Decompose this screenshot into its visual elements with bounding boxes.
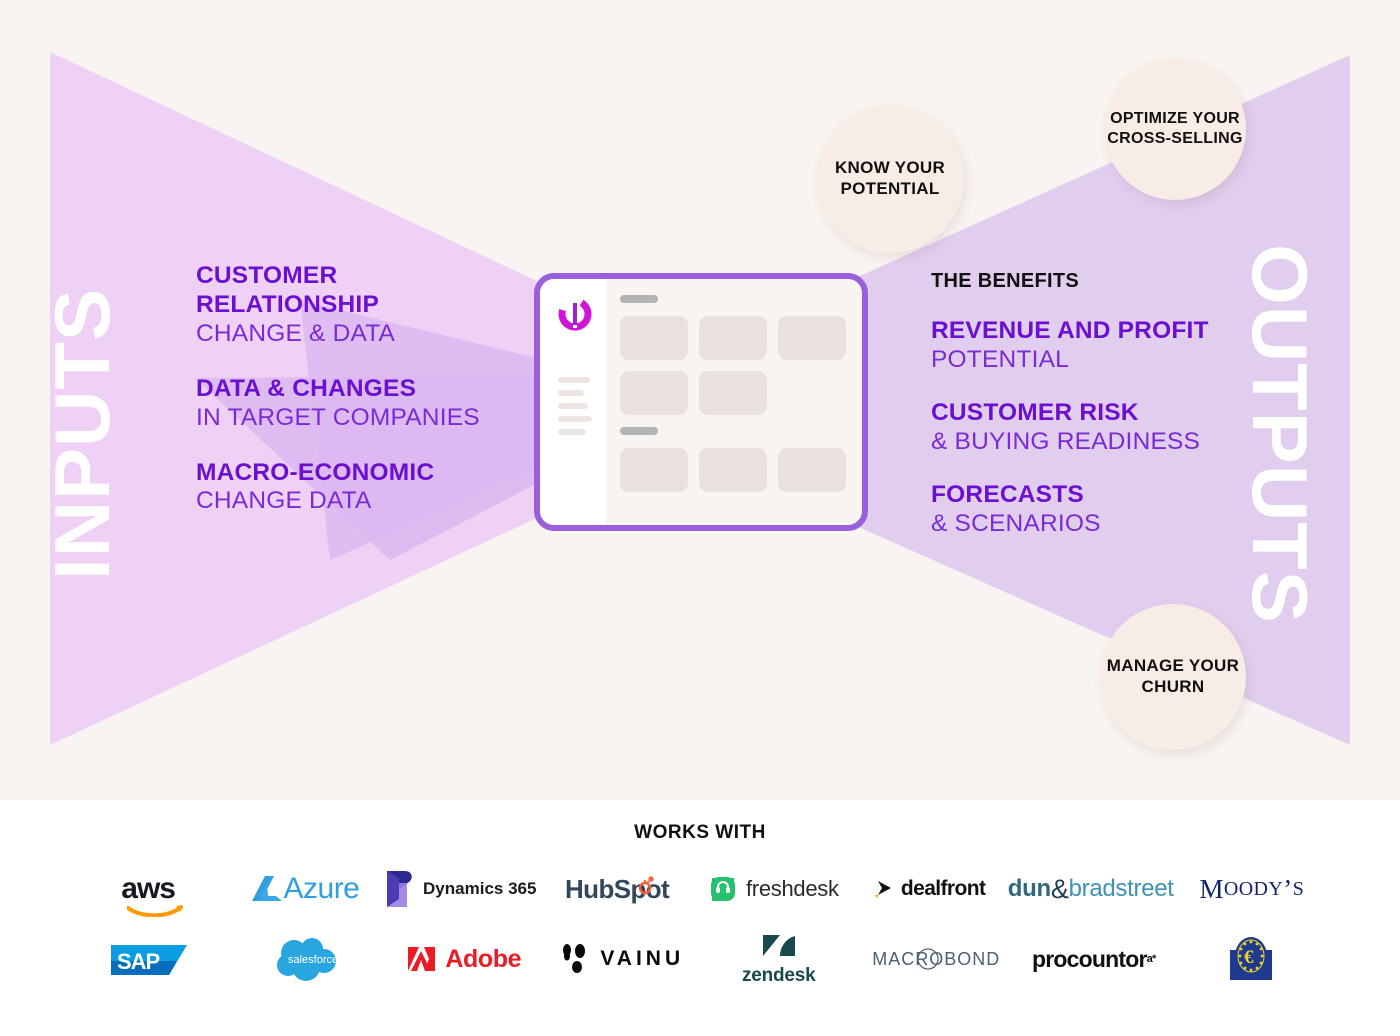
logo-dynamics-365-label: Dynamics 365 — [423, 879, 537, 898]
benefit-item-sub: & SCENARIOS — [931, 509, 1101, 537]
logo-dealfront: dealfront — [851, 860, 1007, 918]
input-item-sub: IN TARGET COMPANIES — [196, 403, 480, 431]
dynamics-icon — [387, 871, 412, 907]
logo-salesforce: salesforce salesforce — [228, 930, 386, 988]
logo-freshdesk-label: freshdesk — [745, 876, 839, 901]
benefit-item-strong: CUSTOMER RISK — [931, 398, 1139, 426]
dashboard-card — [620, 371, 688, 415]
logo-hubspot: HubSpot — [539, 860, 695, 918]
dashboard-card-row — [620, 371, 846, 415]
logo-adobe: Adobe — [385, 930, 543, 988]
logo-row-1: aws Azure Dynamics 365 HubSpot freshdesk… — [0, 860, 1400, 918]
logo-aws: aws — [70, 860, 226, 918]
dashboard-card-row — [620, 316, 846, 360]
input-item-strong: CUSTOMER RELATIONSHIP — [196, 262, 379, 318]
dashboard-sidebar — [540, 279, 606, 525]
input-item: DATA & CHANGES IN TARGET COMPANIES — [196, 375, 506, 433]
dashboard-card — [778, 316, 846, 360]
svg-text:€: € — [1244, 947, 1254, 968]
aws-smile-icon — [127, 905, 184, 917]
salesforce-cloud-icon: salesforce — [277, 938, 338, 981]
diagram-hero: INPUTS OUTPUTS CUSTOMER RELATIONSHIP CHA… — [0, 0, 1400, 800]
logo-dynamics-365: Dynamics 365 — [383, 860, 539, 918]
dealfront-icon — [874, 881, 891, 898]
inputs-list: CUSTOMER RELATIONSHIP CHANGE & DATA DATA… — [196, 262, 506, 516]
dashboard-section-heading — [620, 427, 658, 435]
input-item-sub: CHANGE DATA — [196, 487, 372, 515]
logo-adobe-label: Adobe — [445, 944, 522, 973]
bubble-manage-your-churn: MANAGE YOUR CHURN — [1100, 604, 1246, 750]
input-item: MACRO-ECONOMIC CHANGE DATA — [196, 459, 506, 517]
benefit-item-sub: POTENTIAL — [931, 345, 1069, 373]
works-with-section: WORKS WITH aws Azure Dynamics 365 HubSpo… — [0, 800, 1400, 1036]
dashboard-card — [620, 448, 688, 492]
benefit-item-strong: FORECASTS — [931, 480, 1084, 508]
bubble-know-your-potential: KNOW YOUR POTENTIAL — [816, 105, 964, 253]
ecb-icon: € — [1230, 937, 1273, 980]
input-item: CUSTOMER RELATIONSHIP CHANGE & DATA — [196, 262, 506, 349]
logo-aws-label: aws — [121, 872, 176, 905]
dashboard-card — [620, 316, 688, 360]
logo-moodys: MOODY’S Moody's — [1199, 873, 1305, 904]
logo-sap: SAP SAP — [70, 930, 228, 988]
benefits-list: THE BENEFITS REVENUE AND PROFIT POTENTIA… — [931, 270, 1261, 538]
hubspot-sprocket-icon — [638, 875, 654, 894]
dashboard-mockup — [534, 273, 868, 531]
freshdesk-icon — [710, 877, 735, 901]
dashboard-sidebar-lines — [558, 377, 592, 435]
benefit-item: CUSTOMER RISK & BUYING READINESS — [931, 399, 1261, 457]
benefit-item-sub: & BUYING READINESS — [931, 427, 1201, 455]
dashboard-card — [699, 316, 767, 360]
bubble-optimize-cross-selling: OPTIMIZE YOUR CROSS-SELLING — [1104, 58, 1246, 200]
dashboard-card — [778, 448, 846, 492]
logo-vainu: VAINU — [543, 930, 701, 988]
logo-zendesk: zendesk — [700, 930, 858, 988]
logo-dun-bradstreet: dun&bradstreet dun & bradstreet — [1007, 873, 1174, 904]
zendesk-icon — [762, 934, 795, 956]
dashboard-card — [699, 448, 767, 492]
adobe-icon — [408, 947, 436, 971]
logo-macrobond: MACROBOND — [858, 930, 1016, 988]
svg-text:SAP: SAP — [117, 949, 160, 974]
logo-european-central-bank: € ECB — [1173, 930, 1331, 988]
logo-vainu-label: VAINU — [600, 947, 685, 970]
macrobond-ring-icon — [917, 947, 939, 970]
logo-azure: Azure — [226, 860, 382, 918]
product-logo-icon — [558, 297, 592, 331]
logo-procountor: procountor a* — [1032, 945, 1156, 972]
infographic-root: INPUTS OUTPUTS CUSTOMER RELATIONSHIP CHA… — [0, 0, 1400, 1036]
benefits-title: THE BENEFITS — [931, 270, 1080, 292]
works-with-title: WORKS WITH — [634, 822, 766, 843]
logo-azure-label: Azure — [283, 872, 360, 905]
benefit-item: REVENUE AND PROFIT POTENTIAL — [931, 317, 1261, 375]
svg-text:salesforce: salesforce — [288, 954, 338, 966]
benefit-item: FORECASTS & SCENARIOS — [931, 481, 1261, 539]
logo-freshdesk: freshdesk — [695, 860, 851, 918]
input-item-strong: MACRO-ECONOMIC — [196, 458, 435, 486]
azure-icon — [251, 876, 282, 901]
dashboard-card — [699, 371, 767, 415]
sap-icon: SAP — [110, 945, 187, 975]
input-item-sub: CHANGE & DATA — [196, 319, 396, 347]
dashboard-card-row — [620, 448, 846, 492]
vainu-icon — [563, 944, 586, 973]
inputs-side-label: INPUTS — [38, 287, 126, 581]
logo-dealfront-label: dealfront — [900, 877, 986, 900]
logo-zendesk-label: zendesk — [741, 964, 816, 986]
dashboard-section-heading — [620, 295, 658, 303]
logo-row-2: SAP SAP salesforce salesforce — [0, 930, 1400, 988]
input-item-strong: DATA & CHANGES — [196, 374, 417, 402]
dashboard-content — [606, 279, 862, 525]
logo-procountor-label: procountor — [1032, 945, 1147, 972]
benefit-item-strong: REVENUE AND PROFIT — [931, 317, 1209, 344]
